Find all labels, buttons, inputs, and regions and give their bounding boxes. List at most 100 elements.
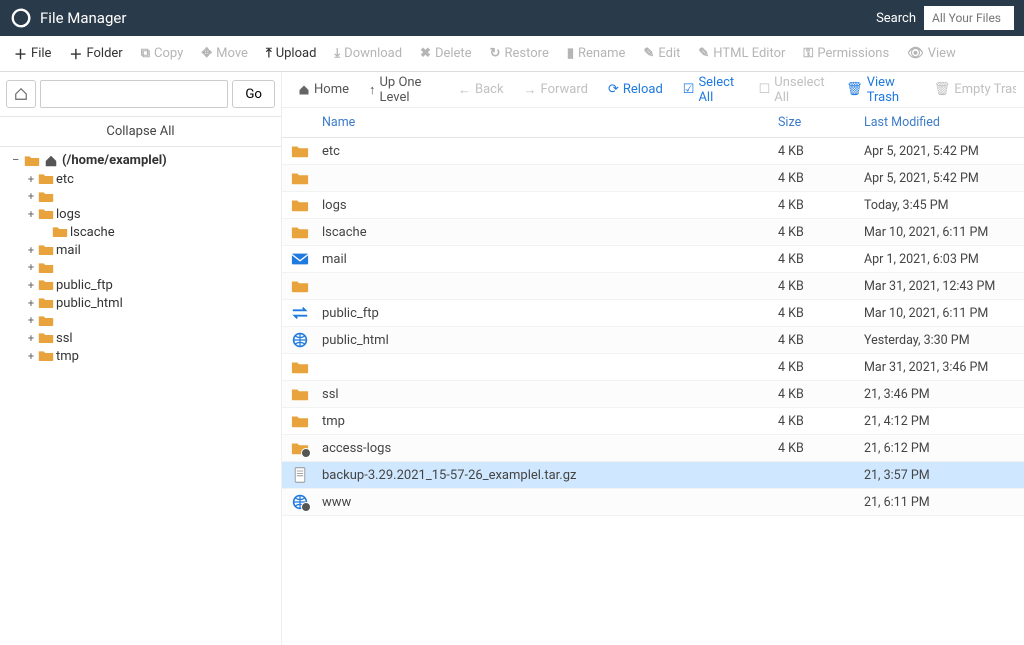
empty-trash-button[interactable]: 🗑Empty Trash xyxy=(926,78,1016,101)
table-row[interactable]: logs4 KBToday, 3:45 PM xyxy=(282,192,1024,219)
table-row[interactable]: ssl4 KB21, 3:46 PM xyxy=(282,381,1024,408)
reload-button[interactable]: ⟳Reload xyxy=(600,78,671,101)
folder-button[interactable]: ＋Folder xyxy=(61,40,130,67)
file-name: tmp xyxy=(318,414,778,429)
edit-button[interactable]: ✎Edit xyxy=(635,42,688,65)
collapse-icon: − xyxy=(12,153,22,168)
globe-icon xyxy=(291,494,309,510)
tree-item[interactable]: +logs xyxy=(26,205,277,223)
table-row[interactable]: mail4 KBApr 1, 2021, 6:03 PM xyxy=(282,246,1024,273)
key-icon: ⚿ xyxy=(803,46,813,61)
folder-icon xyxy=(38,331,54,345)
table-row[interactable]: lscache4 KBMar 10, 2021, 6:11 PM xyxy=(282,219,1024,246)
home-button[interactable] xyxy=(6,80,36,108)
expand-icon: + xyxy=(26,279,36,292)
table-row[interactable]: etc4 KBApr 5, 2021, 5:42 PM xyxy=(282,138,1024,165)
table-row[interactable]: access-logs4 KB21, 6:12 PM xyxy=(282,435,1024,462)
folder-icon xyxy=(291,278,309,294)
download-button[interactable]: ⤓Download xyxy=(326,42,410,65)
permissions-button[interactable]: ⚿Permissions xyxy=(795,42,897,65)
upload-icon: ⤒ xyxy=(266,46,272,61)
up-one-level-button[interactable]: ↑Up One Level xyxy=(361,72,446,109)
tree-item[interactable]: + xyxy=(26,312,277,329)
right-pane: Home ↑Up One Level ←Back →Forward ⟳Reloa… xyxy=(282,72,1024,645)
file-size: 4 KB xyxy=(778,198,864,213)
folder-icon xyxy=(38,278,54,292)
file-modified: Mar 10, 2021, 6:11 PM xyxy=(864,225,1024,240)
nav-home-button[interactable]: Home xyxy=(290,78,357,101)
delete-icon: ✖ xyxy=(420,46,431,61)
file-size: 4 KB xyxy=(778,441,864,456)
view-button[interactable]: 👁View xyxy=(899,42,964,65)
transfer-icon xyxy=(291,305,309,321)
reload-icon: ⟳ xyxy=(608,82,619,97)
table-row[interactable]: backup-3.29.2021_15-57-26_examplel.tar.g… xyxy=(282,462,1024,489)
tree-item-label: ssl xyxy=(56,331,73,346)
folder-icon xyxy=(291,386,309,402)
path-input[interactable] xyxy=(40,80,228,108)
tree-item[interactable]: + mail xyxy=(26,241,277,259)
tree-item[interactable]: +public_html xyxy=(26,294,277,312)
tree-item[interactable]: + xyxy=(26,259,277,276)
view-trash-button[interactable]: 🗑View Trash xyxy=(838,72,922,109)
file-name: public_ftp xyxy=(318,306,778,321)
rename-button[interactable]: ▮Rename xyxy=(559,42,634,65)
select-all-button[interactable]: ☑Select All xyxy=(675,72,747,109)
col-header-modified[interactable]: Last Modified xyxy=(864,115,1024,130)
table-row[interactable]: 4 KBApr 5, 2021, 5:42 PM xyxy=(282,165,1024,192)
file-button[interactable]: ＋File xyxy=(6,40,59,67)
forward-button[interactable]: →Forward xyxy=(516,78,596,102)
file-size: 4 KB xyxy=(778,225,864,240)
file-size: 4 KB xyxy=(778,333,864,348)
tree-item[interactable]: + xyxy=(26,188,277,205)
file-modified: Mar 10, 2021, 6:11 PM xyxy=(864,306,1024,321)
search-input[interactable] xyxy=(924,6,1014,30)
file-size: 4 KB xyxy=(778,252,864,267)
copy-button[interactable]: ⧉Copy xyxy=(133,42,192,65)
home-icon xyxy=(298,84,310,96)
file-name: ssl xyxy=(318,387,778,402)
tree-item[interactable]: +ssl xyxy=(26,329,277,347)
tree-item-label: public_ftp xyxy=(56,278,113,293)
col-header-name[interactable]: Name xyxy=(318,115,778,130)
file-name: logs xyxy=(318,198,778,213)
table-row[interactable]: 4 KBMar 31, 2021, 3:46 PM xyxy=(282,354,1024,381)
collapse-all-button[interactable]: Collapse All xyxy=(0,116,281,147)
file-modified: 21, 3:57 PM xyxy=(864,468,1024,483)
delete-button[interactable]: ✖Delete xyxy=(412,42,480,65)
copy-icon: ⧉ xyxy=(141,46,150,61)
table-row[interactable]: 4 KBMar 31, 2021, 12:43 PM xyxy=(282,273,1024,300)
mail-icon xyxy=(291,251,309,267)
restore-button[interactable]: ↻Restore xyxy=(482,42,557,65)
table-row[interactable]: public_html4 KBYesterday, 3:30 PM xyxy=(282,327,1024,354)
upload-button[interactable]: ⤒Upload xyxy=(258,42,324,65)
top-bar: File Manager Search xyxy=(0,0,1024,36)
file-name: www xyxy=(318,495,778,510)
table-row[interactable]: public_ftp4 KBMar 10, 2021, 6:11 PM xyxy=(282,300,1024,327)
trash-icon: 🗑 xyxy=(846,82,863,97)
file-modified: Yesterday, 3:30 PM xyxy=(864,333,1024,348)
file-size: 4 KB xyxy=(778,387,864,402)
move-button[interactable]: ✥Move xyxy=(193,42,256,65)
back-button[interactable]: ←Back xyxy=(450,78,512,102)
table-row[interactable]: www21, 6:11 PM xyxy=(282,489,1024,516)
unselect-all-button[interactable]: ☐Unselect All xyxy=(751,72,835,109)
tree-item[interactable]: +tmp xyxy=(26,347,277,365)
file-modified: Apr 1, 2021, 6:03 PM xyxy=(864,252,1024,267)
table-row[interactable]: tmp4 KB21, 4:12 PM xyxy=(282,408,1024,435)
pencil-icon: ✎ xyxy=(643,46,654,61)
tree-item[interactable]: +etc xyxy=(26,170,277,188)
tree-item[interactable]: lscache xyxy=(40,223,277,241)
expand-icon: + xyxy=(26,190,36,203)
expand-icon: + xyxy=(26,244,36,257)
go-button[interactable]: Go xyxy=(232,80,275,108)
file-size: 4 KB xyxy=(778,306,864,321)
tree-item-label: mail xyxy=(56,243,81,258)
tree-root[interactable]: − (/home/examplel) xyxy=(12,153,277,168)
search-label: Search xyxy=(876,11,916,26)
col-header-size[interactable]: Size xyxy=(778,115,864,130)
html-editor-button[interactable]: ✎HTML Editor xyxy=(690,42,793,65)
folder-icon xyxy=(38,314,54,328)
rename-icon: ▮ xyxy=(567,46,574,61)
tree-item[interactable]: + public_ftp xyxy=(26,276,277,294)
